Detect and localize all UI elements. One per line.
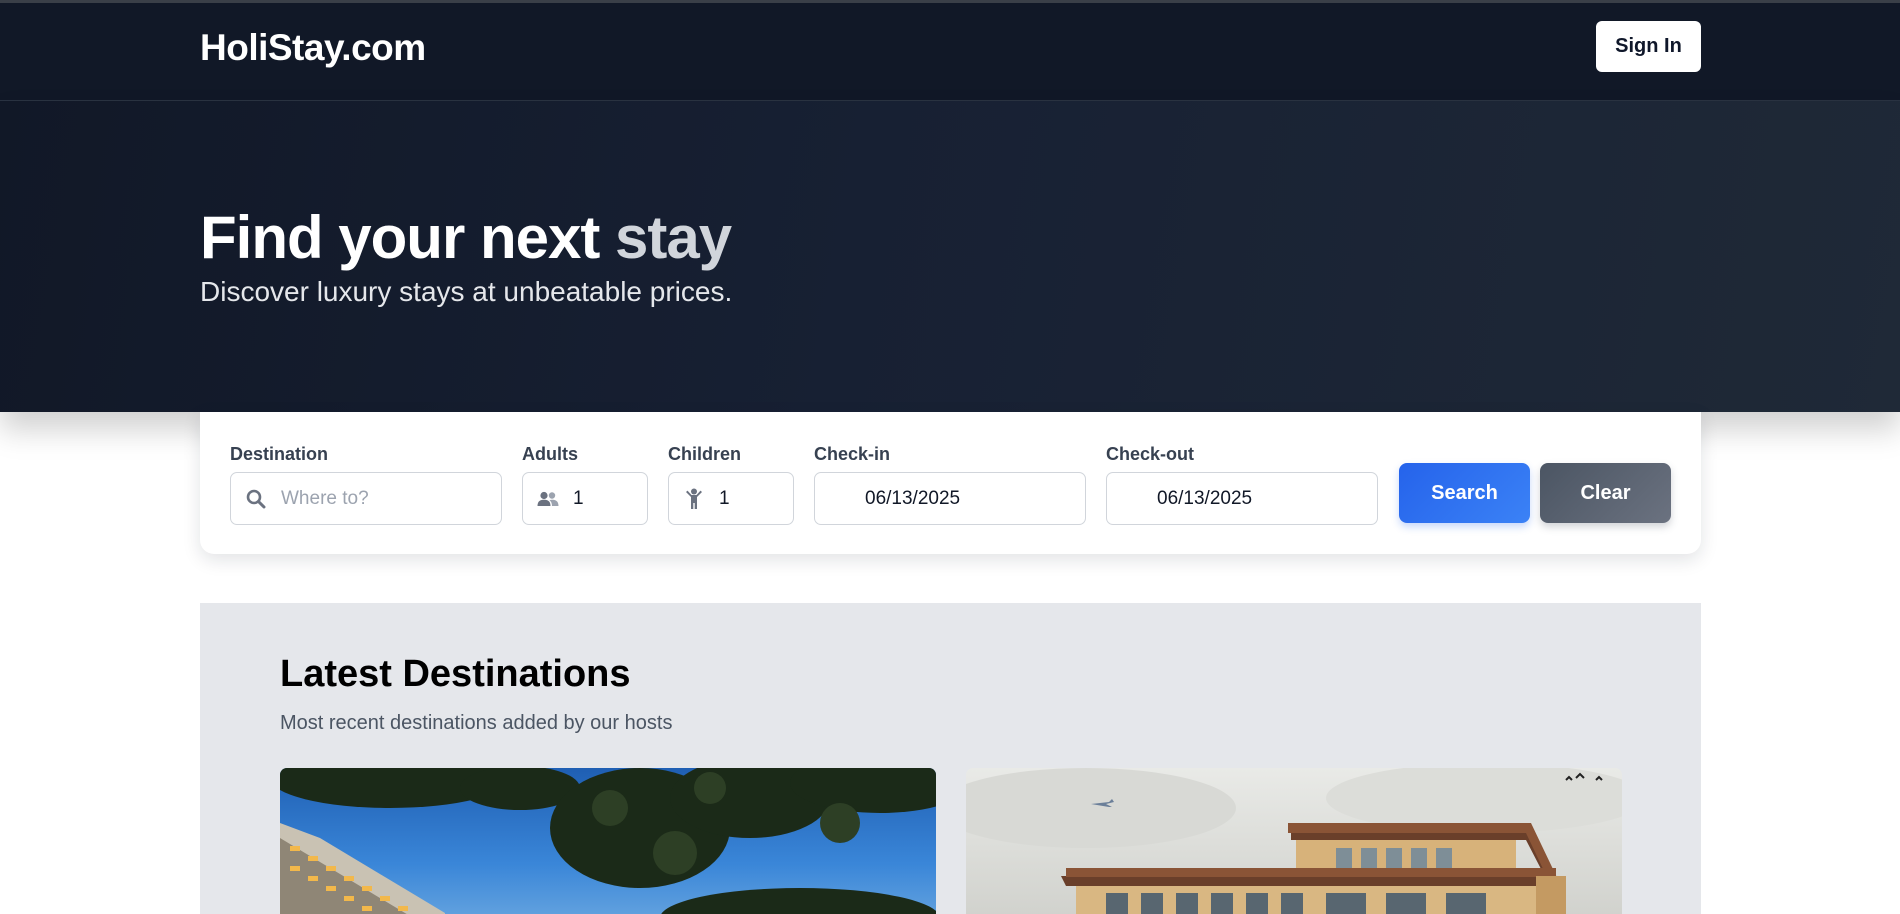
search-icon [245, 488, 267, 510]
children-label: Children [668, 444, 742, 464]
destination-image-building [966, 768, 1622, 914]
adults-input-box [522, 472, 648, 525]
section-subtitle: Most recent destinations added by our ho… [280, 712, 673, 734]
clear-button[interactable]: Clear [1540, 463, 1671, 523]
search-button[interactable]: Search [1399, 463, 1530, 523]
section-title: Latest Destinations [280, 653, 631, 695]
search-form: Destination Adults [200, 412, 1701, 554]
check-in-input-box [814, 472, 1086, 525]
destination-card-1[interactable] [280, 768, 936, 914]
check-out-field-group: Check-out [1106, 444, 1378, 525]
check-in-field-group: Check-in [814, 444, 1086, 525]
adults-field-group: Adults [522, 444, 648, 525]
destination-input[interactable] [231, 473, 501, 524]
destination-field-group: Destination [230, 444, 502, 525]
check-out-input-box [1106, 472, 1378, 525]
child-icon [683, 488, 705, 510]
hero-title: Find your next stay [200, 203, 732, 272]
site-logo[interactable]: HoliStay.com [200, 27, 426, 69]
hero-subtitle: Discover luxury stays at unbeatable pric… [200, 276, 733, 307]
top-navbar: HoliStay.com Sign In [0, 0, 1900, 101]
hero-title-main: Find your next [200, 204, 616, 271]
children-field-group: Children [668, 444, 794, 525]
hero-title-accent: stay [615, 204, 732, 271]
check-out-input[interactable] [1107, 473, 1377, 524]
check-out-label: Check-out [1106, 444, 1195, 464]
destination-label: Destination [230, 444, 329, 464]
latest-destinations-section: Latest Destinations Most recent destinat… [200, 603, 1701, 914]
sign-in-button[interactable]: Sign In [1596, 21, 1701, 72]
destination-image-resort [280, 768, 936, 914]
check-in-input[interactable] [815, 473, 1085, 524]
check-in-label: Check-in [814, 444, 891, 464]
page: HoliStay.com Sign In Find your next stay… [0, 0, 1900, 914]
children-input-box [668, 472, 794, 525]
destination-input-box [230, 472, 502, 525]
users-icon [537, 488, 559, 510]
destination-card-2[interactable] [966, 768, 1622, 914]
adults-label: Adults [522, 444, 578, 464]
hero-banner: Find your next stay Discover luxury stay… [0, 101, 1900, 412]
